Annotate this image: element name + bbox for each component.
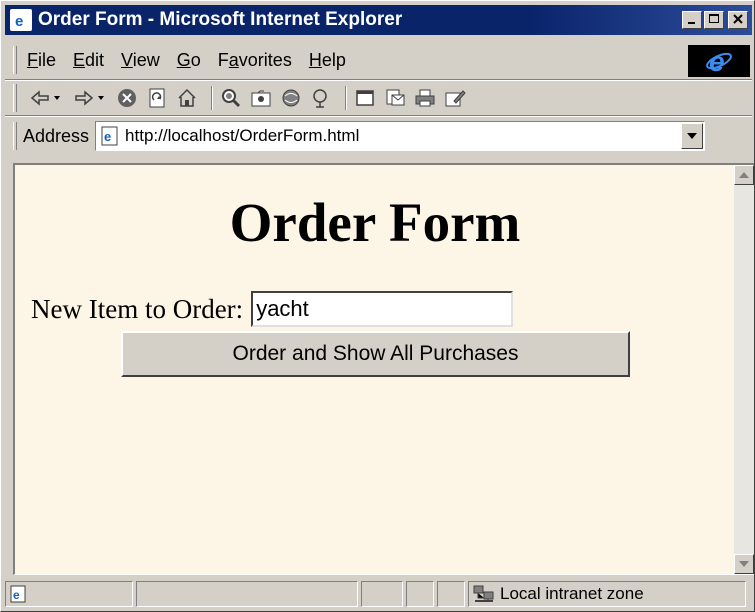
address-bar: Address e http://localhost/OrderForm.htm… [5, 117, 752, 155]
toolbar-grip[interactable] [13, 84, 17, 112]
page-status-icon: e [10, 585, 26, 603]
edit-icon[interactable] [443, 86, 467, 110]
menu-edit[interactable]: Edit [73, 50, 104, 71]
address-dropdown-button[interactable] [681, 123, 704, 149]
standard-toolbar [5, 81, 752, 115]
scroll-down-button[interactable] [734, 554, 754, 574]
page-icon: e [101, 126, 118, 146]
svg-text:e: e [13, 588, 20, 602]
status-panel-4 [406, 581, 434, 607]
page-title: Order Form [229, 192, 521, 253]
svg-text:e: e [15, 13, 23, 28]
status-progress-panel [136, 581, 358, 607]
intranet-zone-icon [473, 585, 494, 602]
vertical-scrollbar[interactable] [734, 165, 754, 574]
order-form-row: New Item to Order: yacht [31, 291, 514, 327]
print-icon[interactable] [413, 86, 437, 110]
menu-go[interactable]: Go [177, 50, 201, 71]
minimize-button[interactable] [682, 11, 702, 29]
address-field[interactable]: e http://localhost/OrderForm.html [95, 121, 706, 151]
status-bar: e Local intranet zone [5, 579, 752, 609]
menu-favorites[interactable]: Favorites [218, 50, 292, 71]
page-viewport: Order Form New Item to Order: yacht Orde… [13, 163, 754, 575]
status-panel-5 [437, 581, 465, 607]
favorites-icon[interactable] [249, 86, 273, 110]
status-zone-panel: Local intranet zone [468, 581, 746, 607]
arrow-up-icon [739, 172, 749, 178]
address-url[interactable]: http://localhost/OrderForm.html [125, 126, 359, 146]
zone-label: Local intranet zone [500, 584, 644, 603]
forward-icon[interactable] [71, 86, 109, 110]
history-icon[interactable] [279, 86, 303, 110]
status-panel-3 [361, 581, 403, 607]
fullscreen-icon[interactable] [353, 86, 377, 110]
addressbar-grip[interactable] [13, 122, 17, 150]
menu-bar: File Edit View Go Favorites Help e [5, 41, 752, 79]
mail-icon[interactable] [383, 86, 407, 110]
scroll-up-button[interactable] [734, 165, 754, 185]
browser-window: e Order Form - Microsoft Internet Explor… [0, 0, 755, 612]
menubar-grip[interactable] [13, 46, 17, 74]
menu-help[interactable]: Help [309, 50, 346, 71]
close-button[interactable] [728, 11, 748, 29]
status-main-panel: e [5, 581, 133, 607]
svg-text:e: e [104, 129, 111, 144]
ie-throbber-logo: e [688, 45, 750, 77]
arrow-down-icon [739, 561, 749, 567]
stop-icon[interactable] [115, 86, 139, 110]
search-icon[interactable] [219, 86, 243, 110]
chevron-down-icon [687, 133, 698, 139]
home-icon[interactable] [175, 86, 199, 110]
back-icon[interactable] [27, 86, 65, 110]
title-bar: e Order Form - Microsoft Internet Explor… [5, 5, 752, 35]
window-title: Order Form - Microsoft Internet Explorer [38, 9, 403, 30]
order-submit-button[interactable]: Order and Show All Purchases [121, 331, 630, 377]
item-field-label: New Item to Order: [31, 293, 244, 324]
refresh-icon[interactable] [145, 86, 169, 110]
channels-icon[interactable] [309, 86, 333, 110]
menu-view[interactable]: View [121, 50, 160, 71]
item-input[interactable]: yacht [251, 291, 514, 327]
ie-app-icon[interactable]: e [10, 9, 32, 31]
menu-file[interactable]: File [27, 50, 56, 71]
maximize-button[interactable] [704, 11, 724, 29]
address-label: Address [23, 125, 90, 146]
